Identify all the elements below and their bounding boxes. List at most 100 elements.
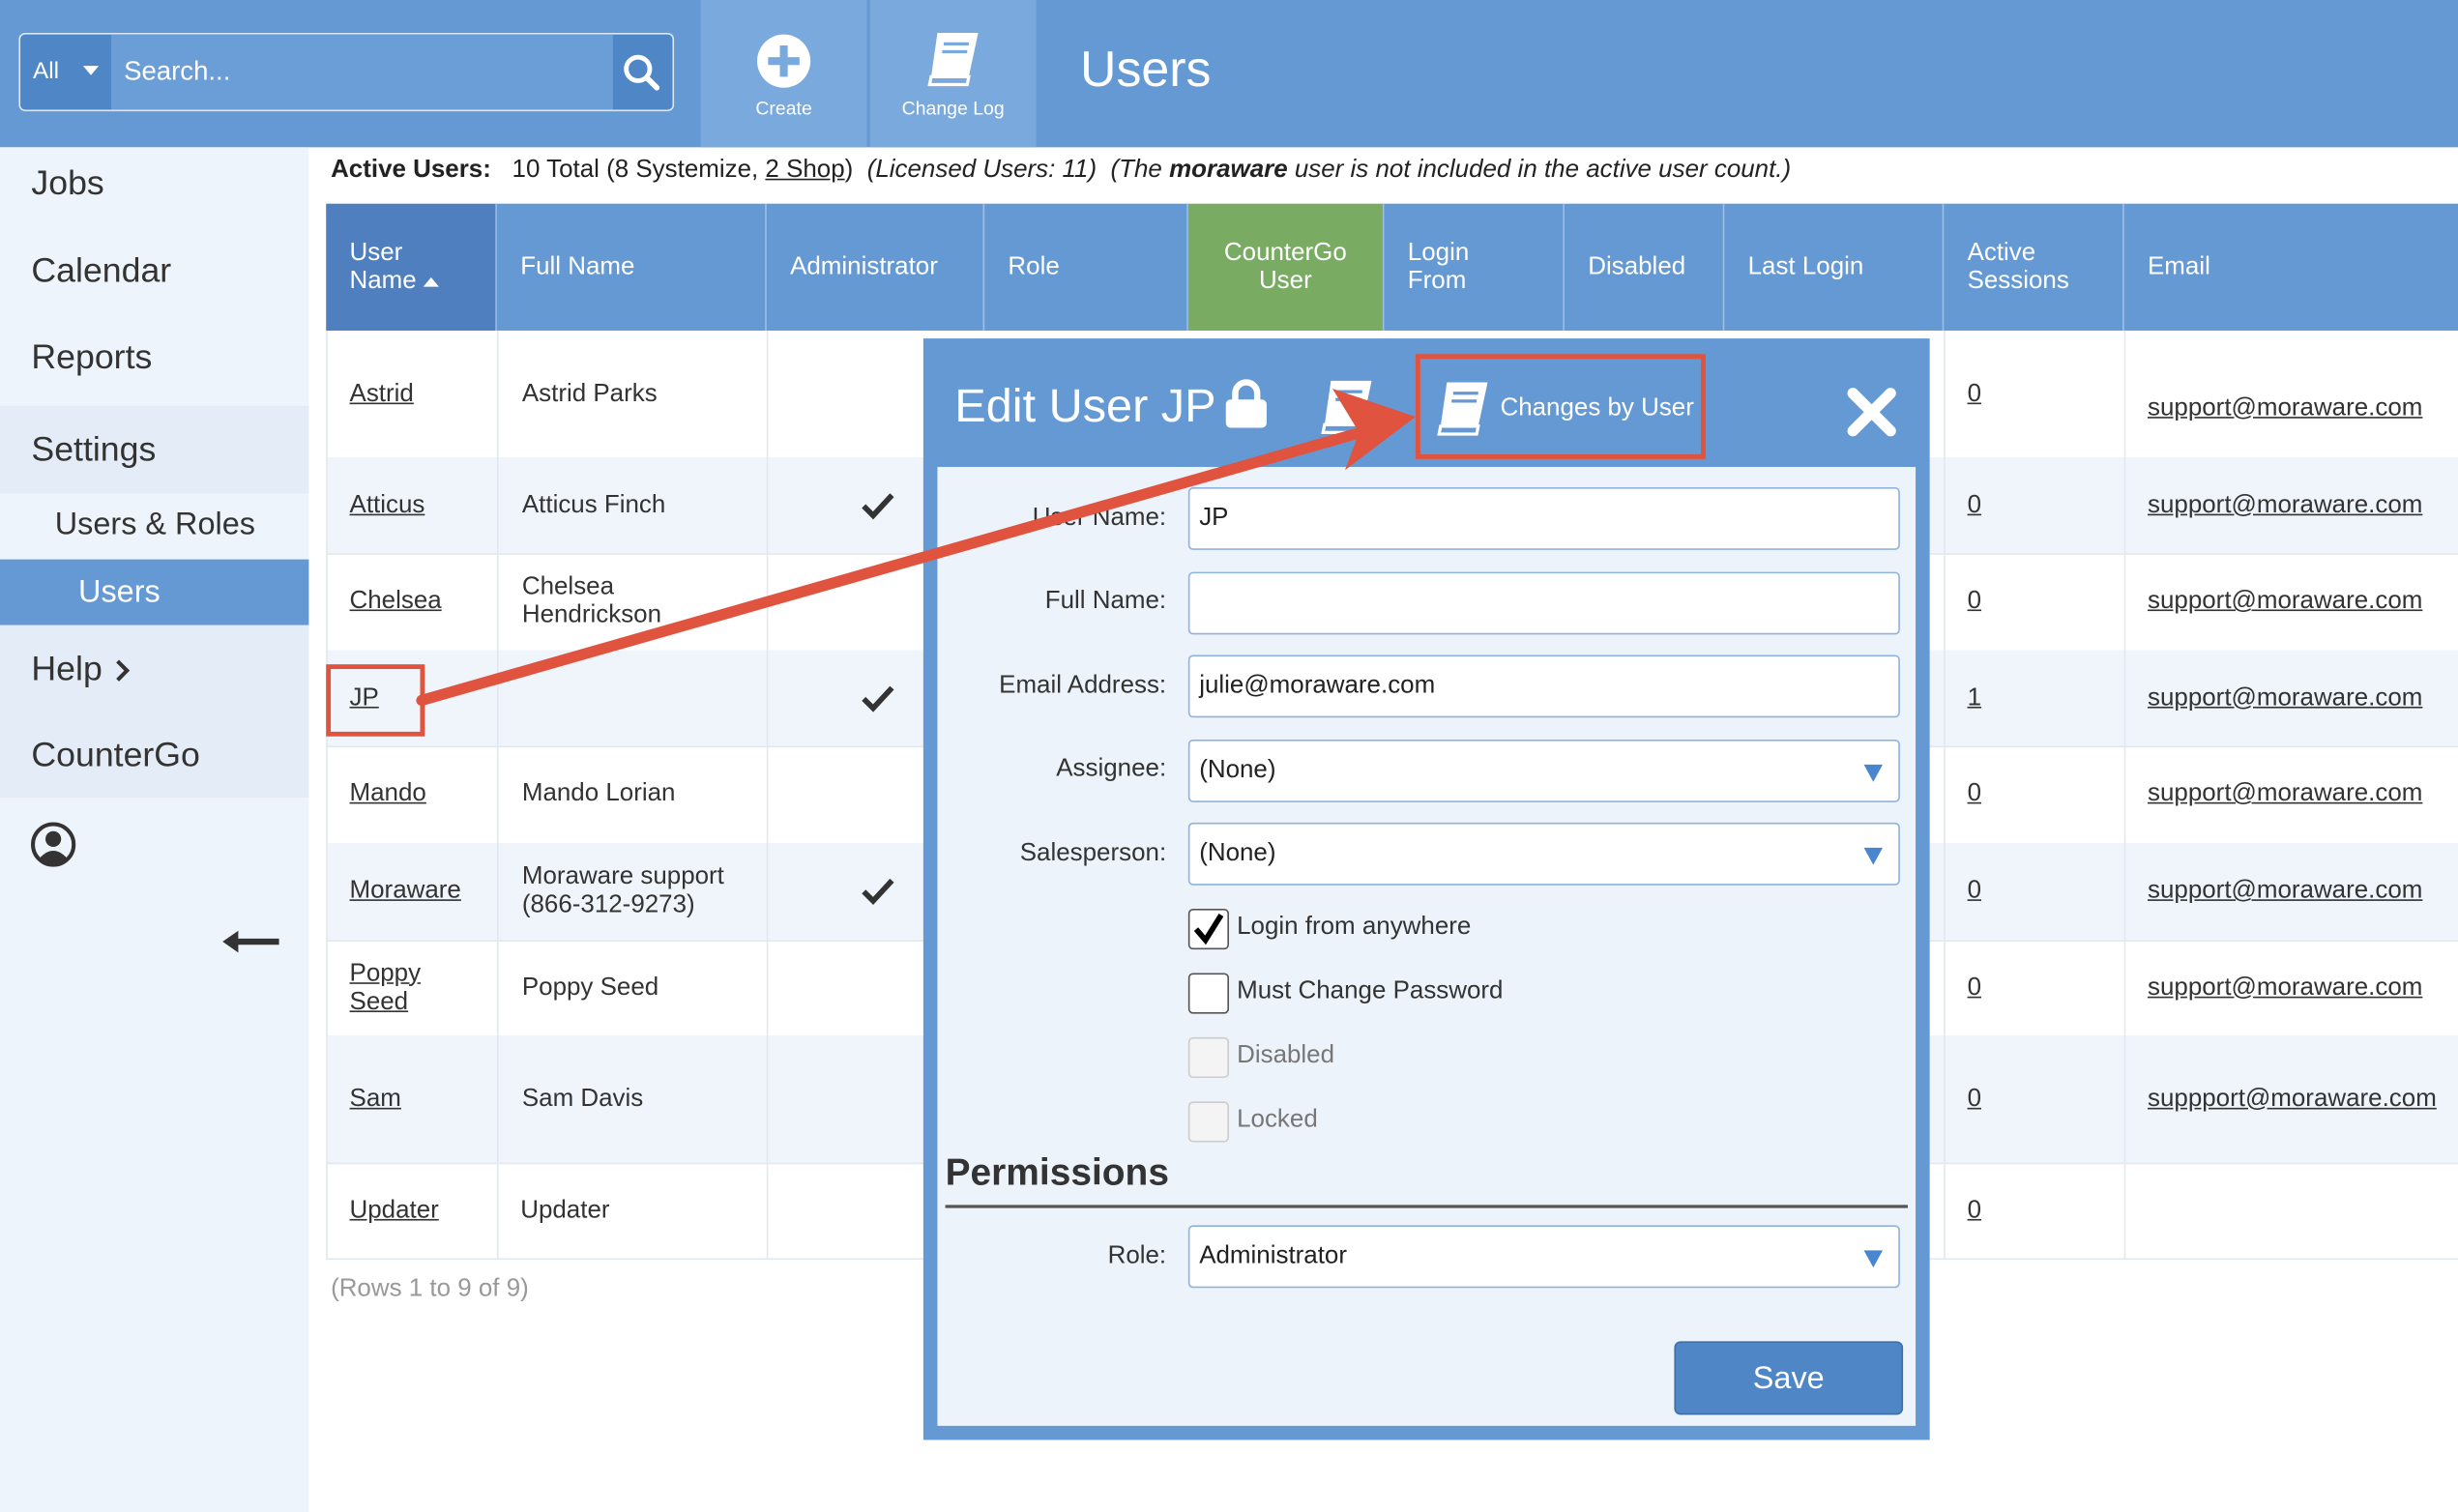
user-name-field[interactable]: JP [1187, 487, 1900, 550]
note-post: user is not included in the active user … [1294, 157, 1792, 184]
user-name-link[interactable]: Atticus [350, 491, 425, 519]
table-divider [766, 330, 769, 1259]
column-header-last-login[interactable]: Last Login [1724, 203, 1945, 331]
assignee-label: Assignee: [1056, 755, 1167, 782]
search-input[interactable] [111, 34, 613, 110]
change-log-button[interactable]: Change Log [869, 0, 1037, 148]
active-sessions-link[interactable]: 0 [1968, 878, 1981, 906]
shop-users-link[interactable]: 2 Shop [765, 157, 844, 184]
column-header-email[interactable]: Email [2123, 203, 2458, 331]
checkmark-icon [1193, 914, 1224, 945]
full-name-line2: Hendrickson [521, 601, 662, 628]
salesperson-value: (None) [1199, 839, 1276, 867]
user-name-label: User Name: [1032, 504, 1167, 532]
user-name-link[interactable]: Poppy Seed [350, 960, 422, 1016]
header-text: Login [1407, 239, 1470, 266]
table-divider [326, 330, 328, 1259]
column-header-active-sessions[interactable]: Active Sessions [1944, 203, 2124, 331]
header-text: Administrator [790, 252, 938, 280]
column-header-disabled[interactable]: Disabled [1564, 203, 1725, 331]
change-log-book-icon[interactable] [1315, 378, 1378, 438]
sidebar-item-users-roles[interactable]: Users & Roles [0, 494, 308, 557]
active-sessions-link[interactable]: 0 [1968, 380, 1981, 408]
header-text: Last Login [1747, 252, 1864, 280]
full-name: Poppy Seed [521, 974, 659, 1001]
user-name-link[interactable]: Astrid [350, 380, 414, 408]
column-header-countergo-user[interactable]: CounterGo User [1187, 203, 1385, 331]
email-link[interactable]: support@moraware.com [2148, 394, 2422, 422]
dropdown-arrow-icon [1863, 1250, 1884, 1268]
note-user: moraware [1169, 157, 1288, 184]
user-name-link[interactable]: Moraware [350, 878, 461, 906]
sidebar-item-jobs[interactable]: Jobs [0, 163, 308, 204]
search-button[interactable] [610, 35, 673, 110]
create-button[interactable]: Create [700, 0, 867, 148]
header-text: Sessions [1967, 267, 2069, 294]
close-icon[interactable] [1845, 386, 1898, 439]
user-name-link[interactable]: Chelsea [350, 588, 442, 616]
header-text: Role [1008, 252, 1060, 280]
sidebar-item-help[interactable]: Help [0, 625, 309, 713]
collapse-arrow-left-icon[interactable] [219, 926, 282, 957]
sidebar-item-settings[interactable]: Settings [0, 405, 309, 494]
email-link[interactable]: support@moraware.com [2148, 491, 2422, 519]
user-name-line1: Poppy [349, 959, 422, 987]
sidebar-item-users[interactable]: Users [0, 559, 309, 625]
table-divider [2123, 330, 2126, 1259]
full-name-field[interactable] [1187, 571, 1900, 635]
checkbox-label: Login from anywhere [1237, 913, 1472, 941]
email-link[interactable]: suppport@moraware.com [2148, 1085, 2437, 1113]
search-scope-select[interactable]: All [20, 35, 108, 110]
email-link[interactable]: support@moraware.com [2148, 588, 2422, 616]
active-sessions-link[interactable]: 0 [1968, 974, 1981, 1002]
dropdown-arrow-icon [1863, 764, 1884, 782]
user-name-link[interactable]: Sam [350, 1085, 401, 1113]
active-sessions-link[interactable]: 0 [1968, 1085, 1981, 1113]
column-header-administrator[interactable]: Administrator [766, 203, 985, 331]
dialog-title: Edit User JP [954, 380, 1216, 433]
sidebar-item-calendar[interactable]: Calendar [0, 250, 308, 291]
sidebar-item-reports[interactable]: Reports [0, 336, 308, 377]
sort-ascending-icon [423, 276, 440, 286]
sidebar-item-label: CounterGo [31, 735, 200, 774]
close-paren: ) [844, 157, 854, 184]
email-link[interactable]: support@moraware.com [2148, 683, 2422, 712]
salesperson-select[interactable]: (None) [1187, 822, 1900, 886]
active-users-label: Active Users: [331, 157, 491, 184]
email-link[interactable]: support@moraware.com [2148, 878, 2422, 906]
active-users-summary: Active Users: 10 Total (8 Systemize, 2 S… [331, 157, 1791, 185]
active-sessions-link[interactable]: 0 [1968, 780, 1981, 808]
lock-icon[interactable] [1224, 379, 1268, 429]
annotation-highlight-changes-by-user [1415, 354, 1706, 459]
save-button[interactable]: Save [1674, 1341, 1904, 1415]
sidebar-item-countergo[interactable]: CounterGo [0, 712, 309, 798]
role-select[interactable]: Administrator [1187, 1225, 1900, 1289]
full-name: Chelsea [521, 573, 615, 600]
annotation-highlight-jp [326, 664, 425, 737]
active-sessions-link[interactable]: 0 [1968, 491, 1981, 519]
sidebar-item-label: Calendar [31, 250, 172, 290]
salesperson-label: Salesperson: [1019, 839, 1167, 867]
active-sessions-link[interactable]: 1 [1968, 683, 1981, 712]
active-sessions-link[interactable]: 0 [1968, 1196, 1981, 1224]
column-header-user-name[interactable]: User Name [326, 203, 497, 331]
email-link[interactable]: support@moraware.com [2148, 780, 2422, 808]
user-name-link[interactable]: Mando [350, 780, 426, 808]
active-sessions-link[interactable]: 0 [1968, 588, 1981, 616]
email-address-field[interactable]: julie@moraware.com [1187, 654, 1900, 718]
user-name-link[interactable]: Updater [350, 1196, 439, 1224]
header-text: Email [2148, 252, 2210, 280]
checkbox-box[interactable] [1187, 909, 1229, 950]
user-name-line2: Seed [349, 987, 409, 1015]
search-icon [624, 54, 660, 91]
checkbox-label: Disabled [1237, 1041, 1335, 1069]
user-profile-icon[interactable] [30, 821, 77, 868]
checkbox-label: Must Change Password [1237, 977, 1504, 1004]
email-link[interactable]: support@moraware.com [2148, 974, 2422, 1002]
checkbox-box[interactable] [1187, 973, 1229, 1014]
assignee-select[interactable]: (None) [1187, 739, 1900, 802]
column-header-role[interactable]: Role [984, 203, 1188, 331]
column-header-login-from[interactable]: Login From [1384, 203, 1565, 331]
create-label: Create [755, 97, 812, 120]
column-header-full-name[interactable]: Full Name [496, 203, 767, 331]
